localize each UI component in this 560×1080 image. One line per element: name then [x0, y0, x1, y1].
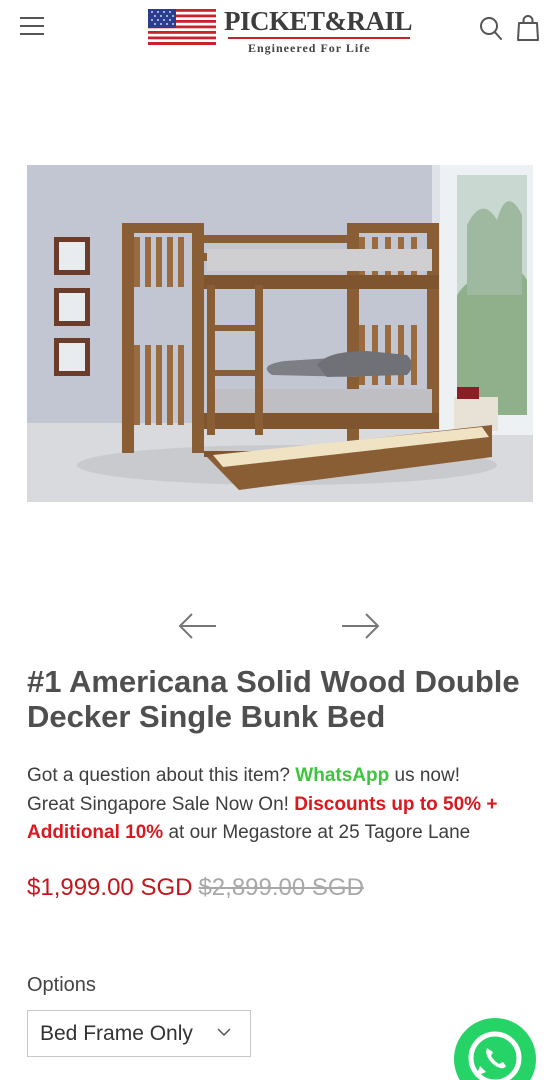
chevron-down-icon — [217, 1028, 231, 1037]
product-title: #1 Americana Solid Wood Double Decker Si… — [27, 664, 520, 734]
us-flag-icon — [148, 9, 216, 45]
question-suffix: us now! — [389, 765, 460, 786]
whatsapp-link[interactable]: WhatsApp — [295, 765, 389, 786]
arrow-right-icon[interactable] — [338, 606, 382, 646]
product-image[interactable] — [27, 165, 533, 502]
brand-tagline: Engineered For Life — [248, 41, 371, 55]
arrow-left-icon[interactable] — [176, 606, 220, 646]
brand-divider — [228, 37, 410, 39]
options-label: Options — [27, 974, 96, 996]
shopping-bag-icon[interactable] — [517, 15, 539, 41]
price-row: $1,999.00 SGD $2,899.00 SGD — [27, 874, 364, 902]
hamburger-menu-icon[interactable] — [20, 16, 44, 36]
site-header: PICKET&RAIL Engineered For Life — [0, 0, 560, 56]
whatsapp-icon — [468, 1031, 522, 1080]
brand-name: PICKET&RAIL — [224, 6, 413, 36]
sale-prefix: Great Singapore Sale Now On! — [27, 793, 295, 815]
bunk-bed-photo — [27, 165, 533, 502]
search-icon[interactable] — [479, 16, 503, 42]
question-prefix: Got a question about this item? — [27, 765, 296, 786]
compare-at-price: $2,899.00 SGD — [198, 874, 364, 901]
sale-price: $1,999.00 SGD — [27, 874, 193, 901]
product-promo-text: Got a question about this item? WhatsApp… — [27, 762, 542, 848]
sale-suffix: at our Megastore at 25 Tagore Lane — [163, 822, 471, 843]
whatsapp-float-button[interactable] — [454, 1018, 536, 1080]
options-select[interactable]: Bed Frame Only — [27, 1010, 251, 1057]
options-selected-value: Bed Frame Only — [40, 1022, 193, 1045]
site-logo[interactable]: PICKET&RAIL Engineered For Life — [148, 6, 418, 55]
